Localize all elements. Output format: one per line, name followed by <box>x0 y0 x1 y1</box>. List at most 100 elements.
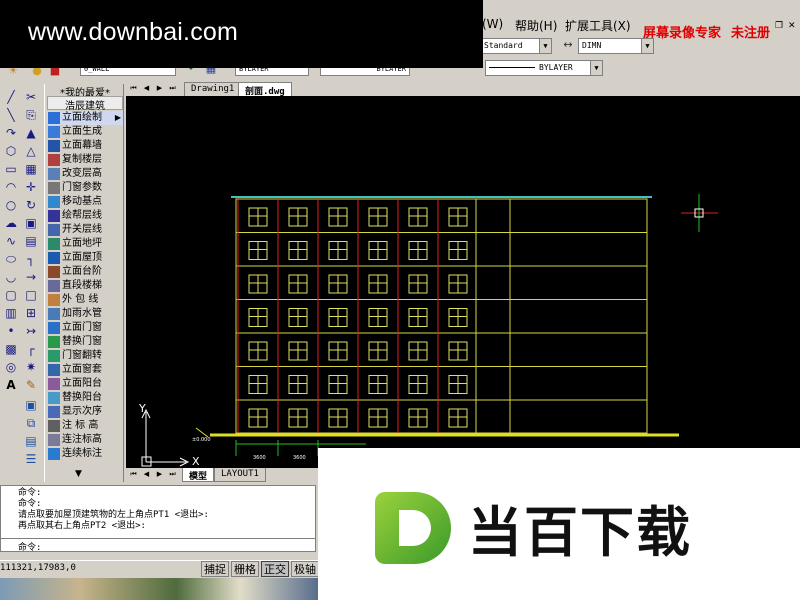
stretch-icon[interactable]: ▤ <box>22 232 40 250</box>
panel-item[interactable]: 立面绘制 ▶ <box>47 111 123 125</box>
erase-icon[interactable]: ✂ <box>22 88 40 106</box>
recorder-label: 屏幕录像专家 <box>643 25 722 40</box>
panel-item[interactable]: 移动基点 <box>47 195 123 209</box>
extend-icon[interactable]: → <box>22 268 40 286</box>
ellipse-arc-icon[interactable]: ◡ <box>2 268 20 286</box>
match-layer-icon[interactable]: ▤ <box>22 432 40 450</box>
first-tab-icon[interactable]: ⏮ <box>128 83 139 94</box>
panel-item[interactable]: 立面窗套 <box>47 363 123 377</box>
tab-model[interactable]: 模型 <box>182 468 215 482</box>
first-layout-icon[interactable]: ⏮ <box>128 469 139 480</box>
polyline-icon[interactable]: ↷ <box>2 124 20 142</box>
next-layout-icon[interactable]: ▶ <box>154 469 165 480</box>
panel-item[interactable]: 门窗参数 <box>47 181 123 195</box>
offset-icon[interactable]: △ <box>22 142 40 160</box>
layer-list-icon[interactable]: ☰ <box>22 450 40 468</box>
panel-item[interactable]: 立面门窗 <box>47 321 123 335</box>
join-icon[interactable]: ⊞ <box>22 304 40 322</box>
dim-style-combo[interactable]: DIMN ▼ <box>578 38 654 54</box>
prev-tab-icon[interactable]: ◀ <box>141 83 152 94</box>
menu-window[interactable]: (W) <box>482 17 503 31</box>
panel-item[interactable]: 立面屋顶 <box>47 251 123 265</box>
panel-item[interactable]: 加雨水管 <box>47 307 123 321</box>
make-block-icon[interactable]: ▥ <box>2 304 20 322</box>
next-tab-icon[interactable]: ▶ <box>154 83 165 94</box>
panel-item[interactable]: 连注标高 <box>47 433 123 447</box>
close-icon[interactable]: ✕ <box>788 21 796 31</box>
panel-item-icon <box>48 238 60 250</box>
dim-style-icon[interactable]: ↔ <box>561 38 575 52</box>
panel-item[interactable]: 连续标注 <box>47 447 123 461</box>
text-style-combo[interactable]: Standard ▼ <box>480 38 552 54</box>
polygon-icon[interactable]: ⬡ <box>2 142 20 160</box>
chevron-down-icon[interactable]: ▼ <box>539 39 551 53</box>
panel-item[interactable]: 立面地坪 <box>47 237 123 251</box>
insert-block-icon[interactable]: ▢ <box>2 286 20 304</box>
panel-item[interactable]: 立面阳台 <box>47 377 123 391</box>
last-layout-icon[interactable]: ⏭ <box>167 469 178 480</box>
plot-style-combo[interactable]: BYLAYER ▼ <box>485 60 603 76</box>
panel-item[interactable]: 门窗翻转 <box>47 349 123 363</box>
menu-extension-tools[interactable]: 扩展工具(X) <box>565 17 631 34</box>
scale-icon[interactable]: ▣ <box>22 214 40 232</box>
panel-item[interactable]: 绘帮层线 <box>47 209 123 223</box>
region-icon[interactable]: ◎ <box>2 358 20 376</box>
arc-icon[interactable]: ◠ <box>2 178 20 196</box>
ground-marker <box>195 427 209 438</box>
command-input[interactable]: 命令: <box>0 538 316 553</box>
panel-item[interactable]: 注 标 高 <box>47 419 123 433</box>
panel-item[interactable]: 复制楼层 <box>47 153 123 167</box>
snap-toggle[interactable]: 捕捉 <box>201 561 229 577</box>
pencil-icon[interactable]: ✎ <box>22 376 40 394</box>
grid-toggle[interactable]: 栅格 <box>231 561 259 577</box>
prev-layout-icon[interactable]: ◀ <box>141 469 152 480</box>
hatch-icon[interactable]: ▩ <box>2 340 20 358</box>
panel-item[interactable]: 直段楼梯 <box>47 279 123 293</box>
spline-icon[interactable]: ∿ <box>2 232 20 250</box>
point-icon[interactable]: • <box>2 322 20 340</box>
panel-item[interactable]: 立面生成 <box>47 125 123 139</box>
favorites-header[interactable]: *我的最爱* <box>47 84 123 99</box>
rectangle-icon[interactable]: ▭ <box>2 160 20 178</box>
chamfer-icon[interactable]: ↣ <box>22 322 40 340</box>
panel-item[interactable]: 替换阳台 <box>47 391 123 405</box>
panel-item[interactable]: 开关层线 <box>47 223 123 237</box>
explode-icon[interactable]: ✷ <box>22 358 40 376</box>
last-tab-icon[interactable]: ⏭ <box>167 83 178 94</box>
ortho-toggle[interactable]: 正交 <box>261 561 289 577</box>
panel-header[interactable]: 浩辰建筑 <box>47 96 123 112</box>
circle-icon[interactable]: ○ <box>2 196 20 214</box>
panel-item[interactable]: 立面台阶 <box>47 265 123 279</box>
panel-item[interactable]: 改变层高 <box>47 167 123 181</box>
ellipse-icon[interactable]: ⬭ <box>2 250 20 268</box>
line-icon[interactable]: ╱ <box>2 88 20 106</box>
chevron-down-icon[interactable]: ▼ <box>641 39 653 53</box>
tab-layout1[interactable]: LAYOUT1 <box>214 468 266 482</box>
rotate-icon[interactable]: ↻ <box>22 196 40 214</box>
menu-help[interactable]: 帮助(H) <box>515 17 557 34</box>
panel-item[interactable]: 外 包 线 <box>47 293 123 307</box>
copy-layer-icon[interactable]: ⧉ <box>22 414 40 432</box>
move-icon[interactable]: ✛ <box>22 178 40 196</box>
mirror-icon[interactable]: ▲ <box>22 124 40 142</box>
revcloud-icon[interactable]: ☁ <box>2 214 20 232</box>
chevron-down-icon[interactable]: ▼ <box>590 61 602 75</box>
trim-icon[interactable]: ┐ <box>22 250 40 268</box>
break-icon[interactable]: □ <box>22 286 40 304</box>
construction-line-icon[interactable]: ╲ <box>2 106 20 124</box>
fillet-icon[interactable]: ┌ <box>22 340 40 358</box>
panel-item[interactable]: 替换门窗 <box>47 335 123 349</box>
elevation-drawing: ±0.000 3600 3600 Y X <box>138 194 718 468</box>
tab-section-dwg[interactable]: 剖面.dwg <box>238 82 292 97</box>
panel-item[interactable]: 显示次序 <box>47 405 123 419</box>
text-icon[interactable]: A <box>2 376 20 394</box>
restore-icon[interactable]: ❐ <box>775 21 783 31</box>
drawing-canvas[interactable]: ±0.000 3600 3600 Y X <box>126 96 800 468</box>
polar-toggle[interactable]: 极轴 <box>291 561 319 577</box>
copy-icon[interactable]: ⎘ <box>22 106 40 124</box>
array-icon[interactable]: ▦ <box>22 160 40 178</box>
layer-tool-icon[interactable]: ▣ <box>22 396 40 414</box>
panel-item[interactable]: 立面幕墙 <box>47 139 123 153</box>
scroll-down-icon[interactable]: ▼ <box>75 469 82 479</box>
tab-drawing1[interactable]: Drawing1 <box>184 82 242 96</box>
